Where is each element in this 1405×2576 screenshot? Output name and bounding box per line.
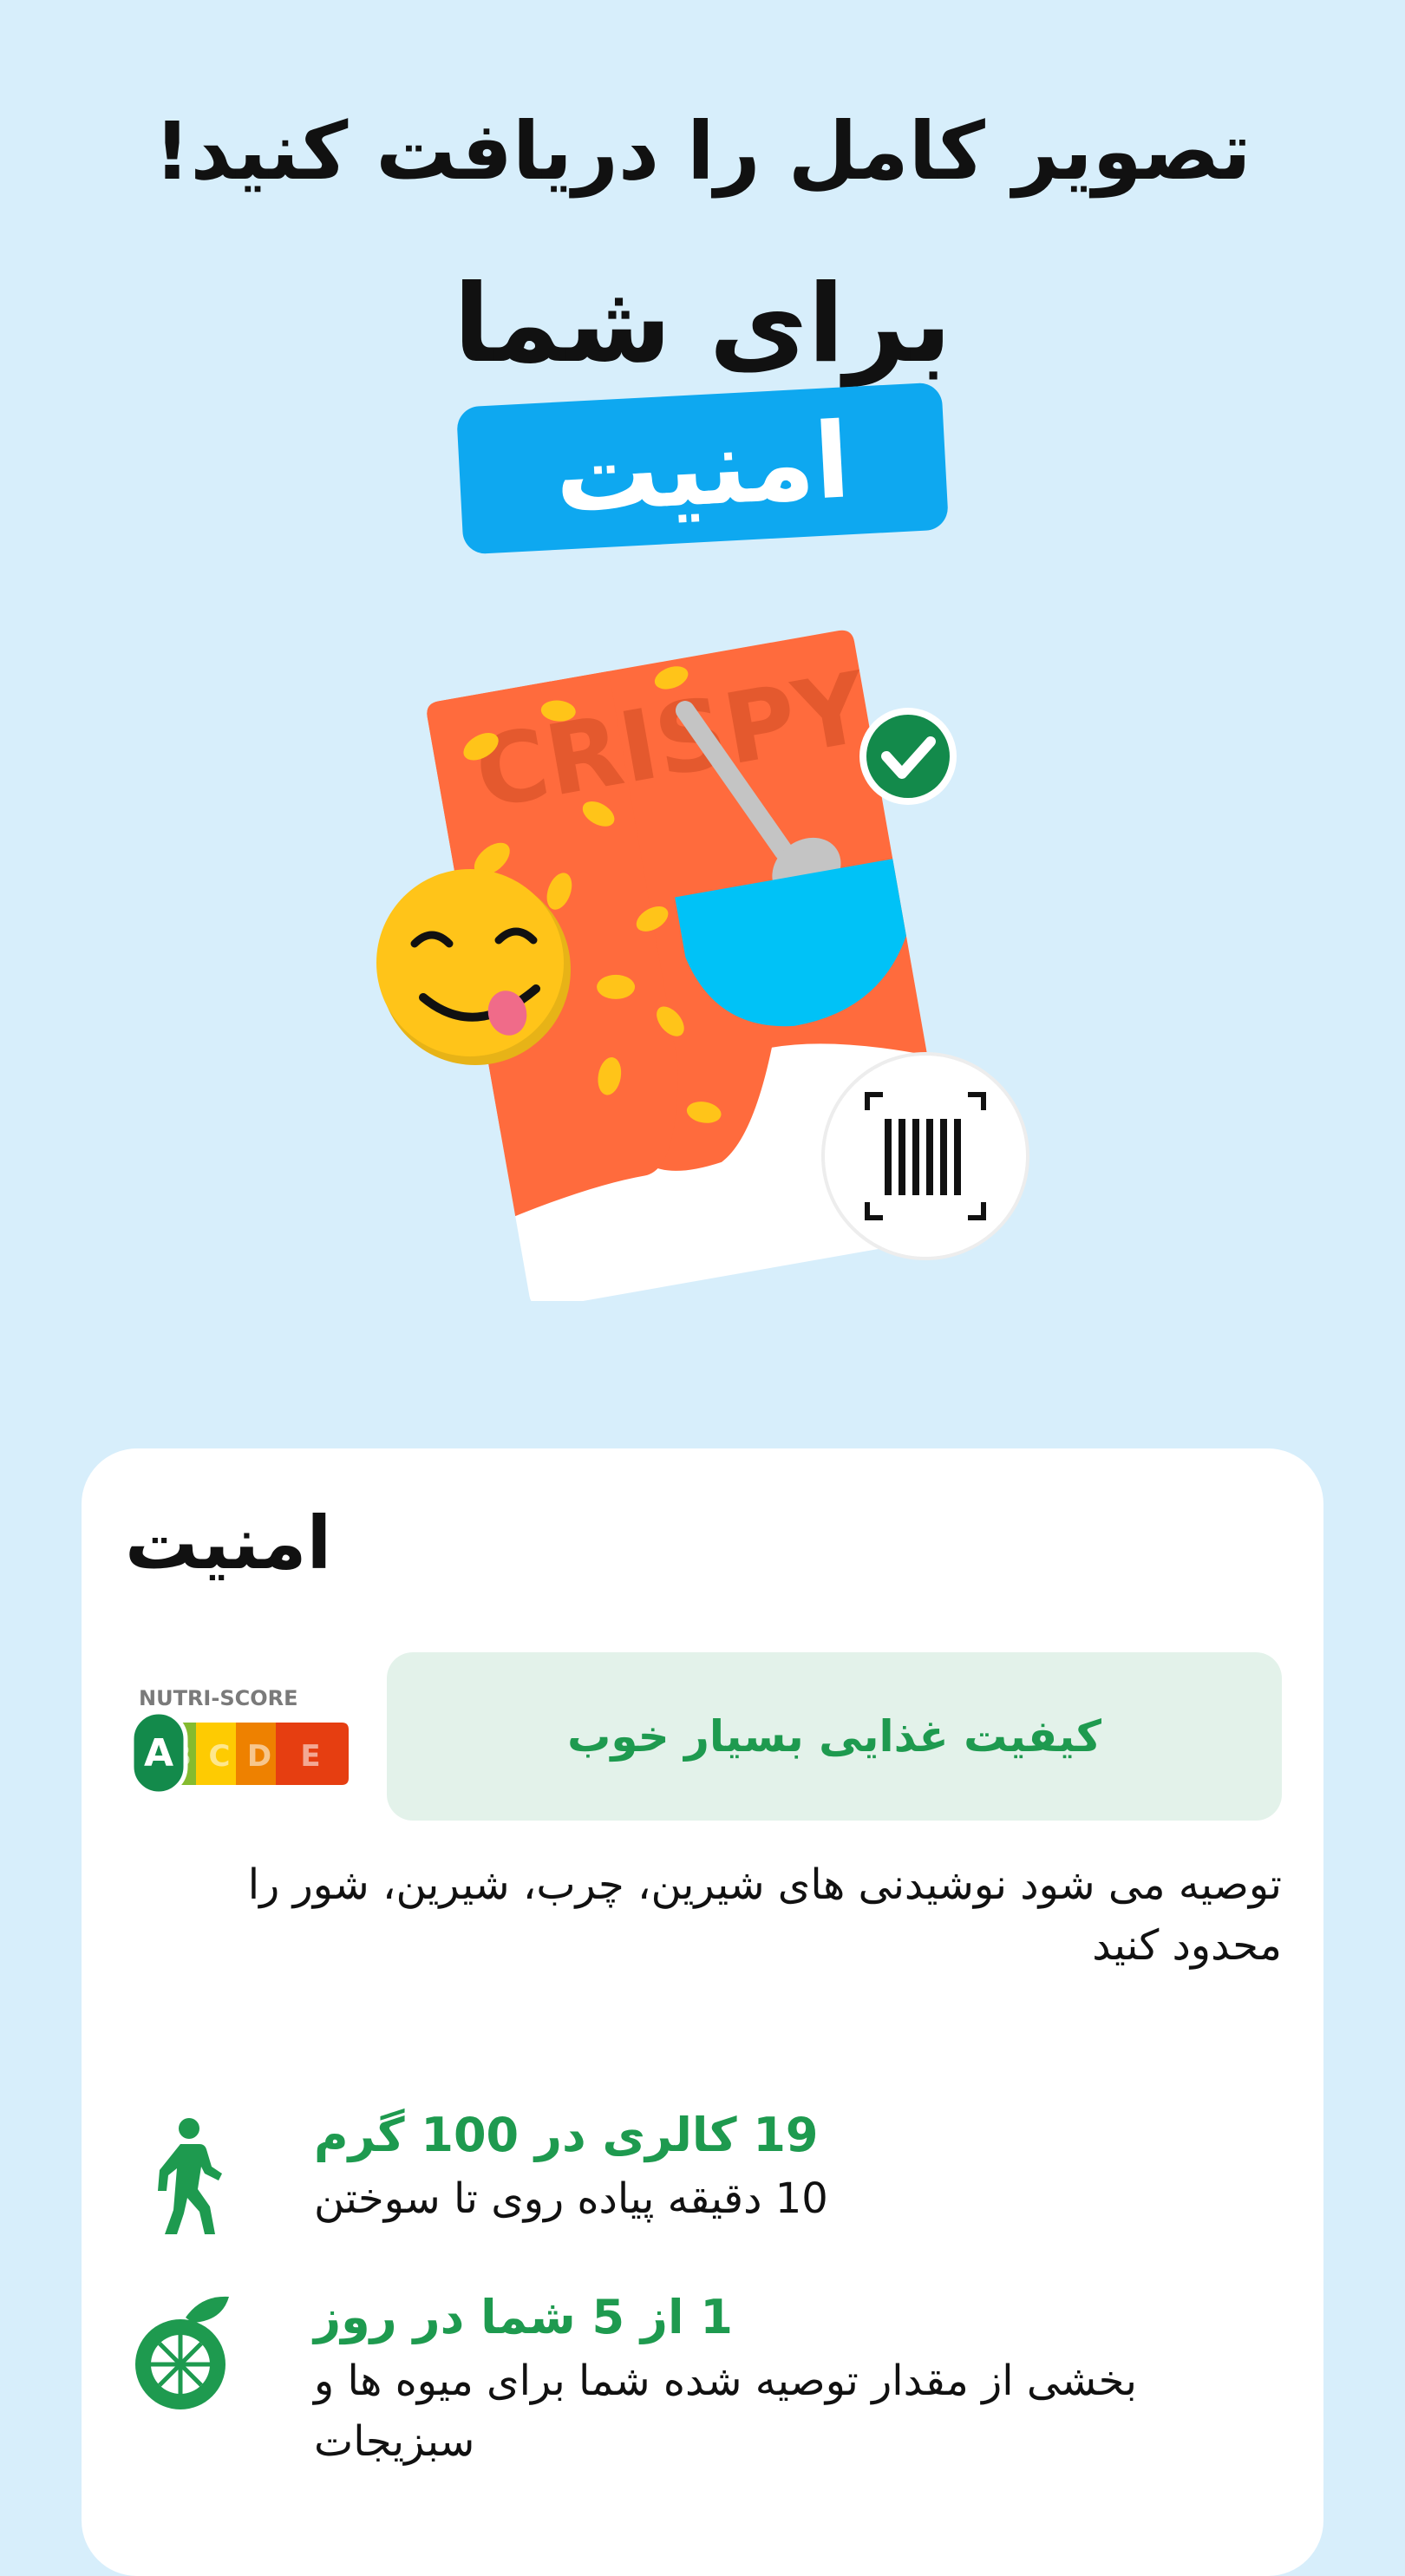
- nutri-score-label: NUTRI-SCORE: [139, 1686, 298, 1710]
- advice-line-2: محدود کنید: [1092, 1921, 1282, 1970]
- check-badge: [859, 708, 957, 805]
- fact-headline: 19 کالری در 100 گرم: [314, 2108, 819, 2162]
- nutri-grade-a: A: [144, 1731, 173, 1775]
- walking-person-icon: [158, 2118, 222, 2234]
- card-title: امنیت: [125, 1500, 332, 1585]
- fruit-icon: [135, 2296, 229, 2409]
- hero-badge: امنیت: [455, 382, 950, 555]
- nutri-grade-d: D: [247, 1739, 271, 1774]
- quality-label: کیفیت غذایی بسیار خوب: [567, 1711, 1101, 1762]
- fact-text-fruit: 1 از 5 شما در روز بخشی از مقدار توصیه شد…: [314, 2285, 1268, 2472]
- barcode-scan-icon: [821, 1052, 1029, 1260]
- nutri-grade-c: C: [209, 1739, 231, 1774]
- fact-body: بخشی از مقدار توصیه شده شما برای میوه ها…: [314, 2357, 1138, 2466]
- hero-subtitle: برای شما: [453, 262, 952, 387]
- fact-text-calories: 19 کالری در 100 گرم 10 دقیقه پیاده روی ت…: [314, 2102, 1268, 2229]
- product-card: امنیت NUTRI-SCORE B C D E A کیفیت غذایی …: [82, 1448, 1323, 2576]
- advice-text: توصیه می شود نوشیدنی های شیرین، چرب، شیر…: [132, 1854, 1282, 1976]
- advice-line-1: توصیه می شود نوشیدنی های شیرین، چرب، شیر…: [247, 1860, 1282, 1909]
- hero-title: تصویر کامل را دریافت کنید!: [154, 105, 1251, 198]
- fact-body: 10 دقیقه پیاده روی تا سوختن: [314, 2174, 828, 2223]
- product-illustration: CRISPY: [376, 630, 1029, 1301]
- fact-headline: 1 از 5 شما در روز: [314, 2290, 733, 2344]
- nutri-score-logo: NUTRI-SCORE B C D E A: [130, 1686, 349, 1794]
- nutri-grade-e: E: [300, 1739, 320, 1774]
- hero-badge-label: امنیت: [552, 400, 853, 537]
- quality-badge: کیفیت غذایی بسیار خوب: [387, 1652, 1282, 1821]
